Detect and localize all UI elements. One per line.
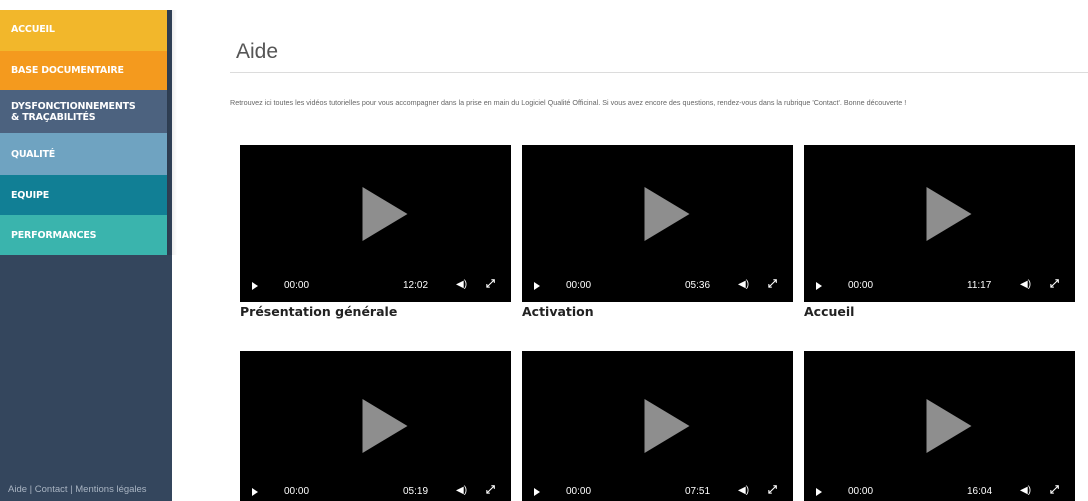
sidebar-item-label: QUALITÉ [11,148,56,160]
duration: 05:19 [403,486,429,497]
sidebar-item-label-line2: & TRAÇABILITÉS [11,111,96,123]
volume-icon[interactable]: ◀) [456,485,467,496]
current-time: 00:00 [848,486,874,497]
footer-separator: | [29,484,33,495]
footer-link-aide[interactable]: Aide [8,484,27,495]
video-player[interactable]: 00:00 07:51 ◀) ⤢ [522,351,793,501]
volume-icon[interactable]: ◀) [738,485,749,496]
play-icon[interactable] [816,488,822,496]
volume-icon[interactable]: ◀) [738,279,749,290]
volume-icon[interactable]: ◀) [456,279,467,290]
play-icon[interactable] [362,399,407,453]
current-time: 00:00 [566,280,592,291]
current-time: 00:00 [848,280,874,291]
intro-text: Retrouvez ici toutes les vidéos tutoriel… [230,98,907,107]
sidebar-item-equipe[interactable]: EQUIPE [0,175,167,215]
footer-separator: | [70,484,73,495]
sidebar-item-label: BASE DOCUMENTAIRE [11,65,124,76]
sidebar-item-accueil[interactable]: ACCUEIL [0,10,167,51]
volume-icon[interactable]: ◀) [1020,485,1031,496]
video-title: Activation [522,304,594,319]
sidebar-item-label: ACCUEIL [11,24,55,35]
sidebar-item-dysfonctionnements[interactable]: DYSFONCTIONNEMENTS & TRAÇABILITÉS [0,90,167,133]
sidebar-item-label: EQUIPE [11,189,50,201]
duration: 11:17 [967,280,992,291]
play-icon[interactable] [534,488,540,496]
volume-icon[interactable]: ◀) [1020,279,1031,290]
title-divider [230,72,1088,73]
sidebar-item-label-line1: DYSFONCTIONNEMENTS [11,100,136,112]
sidebar-item-label: PERFORMANCES [11,229,97,241]
play-icon[interactable] [644,187,689,242]
play-icon[interactable] [926,399,971,453]
video-player[interactable]: 00:00 12:02 ◀) ⤢ [240,145,511,302]
duration: 12:02 [403,280,429,291]
play-icon[interactable] [644,399,689,453]
video-player[interactable]: 00:00 05:36 ◀) ⤢ [522,145,793,302]
video-controls: 00:00 12:02 ◀) ⤢ [240,272,511,302]
fullscreen-icon[interactable]: ⤢ [486,278,495,291]
sidebar-item-label: DYSFONCTIONNEMENTS & TRAÇABILITÉS [11,101,136,123]
play-icon[interactable] [926,187,971,242]
video-player[interactable]: 00:00 11:17 ◀) ⤢ [804,145,1075,302]
video-title: Accueil [804,304,855,319]
sidebar-item-qualite[interactable]: QUALITÉ [0,133,167,175]
video-controls: 00:00 11:17 ◀) ⤢ [804,272,1075,302]
duration: 07:51 [685,486,711,497]
current-time: 00:00 [566,486,592,497]
play-icon[interactable] [816,282,822,290]
page-title: Aide [236,40,279,63]
sidebar-shadow [167,10,177,255]
top-bar [0,0,1088,10]
sidebar-item-base-documentaire[interactable]: BASE DOCUMENTAIRE [0,51,167,90]
fullscreen-icon[interactable]: ⤢ [486,484,495,497]
sidebar-item-performances[interactable]: PERFORMANCES [0,215,167,255]
current-time: 00:00 [284,486,310,497]
video-title: Présentation générale [240,304,398,319]
play-icon[interactable] [252,282,258,290]
play-icon[interactable] [534,282,540,290]
fullscreen-icon[interactable]: ⤢ [768,278,777,291]
current-time: 00:00 [284,280,310,291]
video-controls: 00:00 05:19 ◀) ⤢ [240,478,511,501]
video-player[interactable]: 00:00 16:04 ◀) ⤢ [804,351,1075,501]
video-controls: 00:00 16:04 ◀) ⤢ [804,478,1075,501]
footer-link-mentions-legales[interactable]: Mentions légales [75,484,146,495]
fullscreen-icon[interactable]: ⤢ [768,484,777,497]
play-icon[interactable] [362,187,407,242]
video-controls: 00:00 05:36 ◀) ⤢ [522,272,793,302]
play-icon[interactable] [252,488,258,496]
fullscreen-icon[interactable]: ⤢ [1050,278,1059,291]
video-controls: 00:00 07:51 ◀) ⤢ [522,478,793,501]
fullscreen-icon[interactable]: ⤢ [1050,484,1059,497]
duration: 16:04 [967,486,993,497]
sidebar-footer: Aide | Contact | Mentions légales [8,484,147,495]
video-player[interactable]: 00:00 05:19 ◀) ⤢ [240,351,511,501]
duration: 05:36 [685,280,711,291]
footer-link-contact[interactable]: Contact [35,484,68,495]
